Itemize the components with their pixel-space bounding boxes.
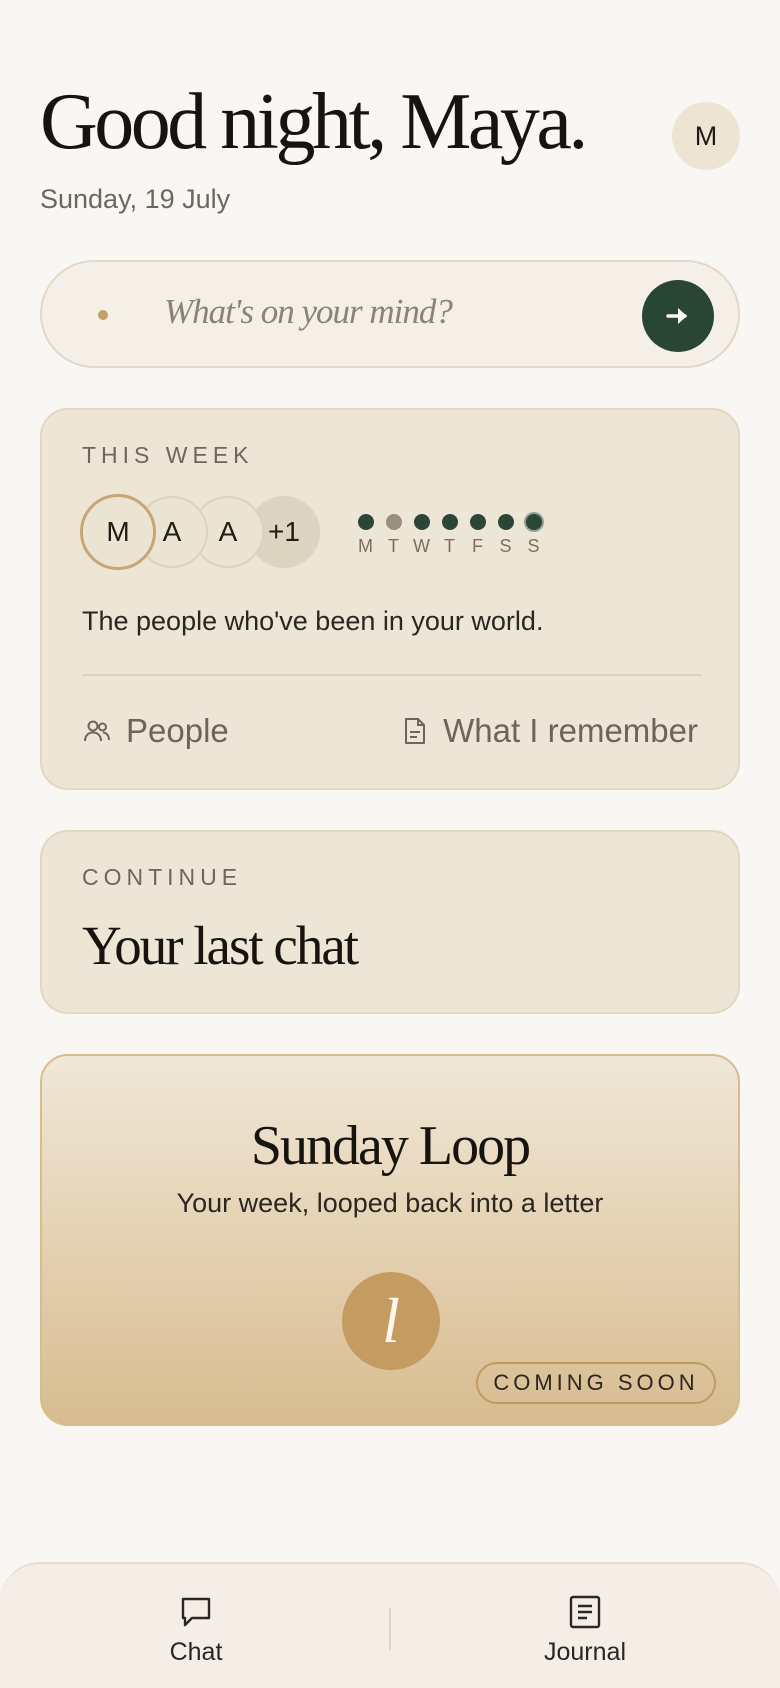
coming-soon-badge: COMING SOON [476, 1362, 716, 1404]
day-letter: T [388, 536, 400, 556]
date-label: Sunday, 19 July [40, 184, 231, 214]
day-dot [470, 514, 486, 530]
continue-title: Your last chat [82, 915, 359, 976]
people-link-label: People [126, 712, 229, 749]
prompt-input[interactable]: What's on your mind? [40, 260, 740, 368]
sunday-loop-card: Sunday Loop Your week, looped back into … [40, 1054, 740, 1426]
day-indicator: W [408, 514, 436, 557]
arrow-right-icon [666, 308, 687, 324]
day-dot [526, 514, 542, 530]
tab-chat-label: Chat [169, 1638, 223, 1666]
day-letter: W [413, 536, 431, 556]
document-icon [405, 718, 426, 744]
day-dot [442, 514, 458, 530]
profile-avatar[interactable]: M [672, 102, 740, 170]
this-week-card: THIS WEEK M A A +1 M T W T F S S The peo… [40, 408, 740, 790]
day-indicator: S [492, 514, 520, 557]
day-dot [414, 514, 430, 530]
day-indicator: F [464, 514, 492, 557]
day-letter: S [527, 536, 541, 556]
page-title: Good night, Maya. [40, 78, 588, 166]
sunday-loop-title: Sunday Loop [250, 1115, 531, 1177]
bottom-tab-bar: Chat Journal [0, 1562, 780, 1688]
this-week-description: The people who've been in your world. [82, 606, 544, 636]
day-letter: M [358, 536, 374, 556]
person-avatar[interactable]: M [80, 494, 156, 570]
this-week-overline: THIS WEEK [82, 442, 254, 468]
people-icon [84, 720, 110, 742]
tab-separator [389, 1608, 391, 1650]
day-indicator-today: S [520, 514, 548, 557]
divider [82, 674, 702, 676]
day-indicator: T [436, 514, 464, 557]
sunday-loop-subtitle: Your week, looped back into a letter [176, 1188, 604, 1218]
loop-logo-icon: l [342, 1272, 440, 1370]
tab-journal-label: Journal [544, 1638, 626, 1666]
people-link[interactable]: People [82, 712, 229, 750]
day-dot [498, 514, 514, 530]
journal-icon [569, 1595, 601, 1629]
what-i-remember-link[interactable]: What I remember [401, 712, 698, 750]
day-indicator: T [380, 514, 408, 557]
day-dot [386, 514, 402, 530]
tab-journal[interactable]: Journal [505, 1594, 665, 1667]
continue-chat-card[interactable]: CONTINUE Your last chat [40, 830, 740, 1014]
chat-bubble-icon [181, 1597, 211, 1627]
tab-chat[interactable]: Chat [116, 1594, 276, 1667]
day-letter: S [499, 536, 513, 556]
what-i-remember-label: What I remember [443, 712, 698, 749]
day-letter: F [472, 536, 484, 556]
day-letter: T [444, 536, 456, 556]
weekly-streak: M T W T F S S [352, 514, 548, 557]
send-button[interactable] [642, 280, 714, 352]
prompt-placeholder: What's on your mind? [164, 292, 453, 331]
day-indicator: M [352, 514, 380, 557]
continue-overline: CONTINUE [82, 864, 243, 890]
cursor-dot-icon [98, 310, 108, 320]
day-dot [358, 514, 374, 530]
people-avatars[interactable]: M A A +1 [80, 494, 340, 570]
